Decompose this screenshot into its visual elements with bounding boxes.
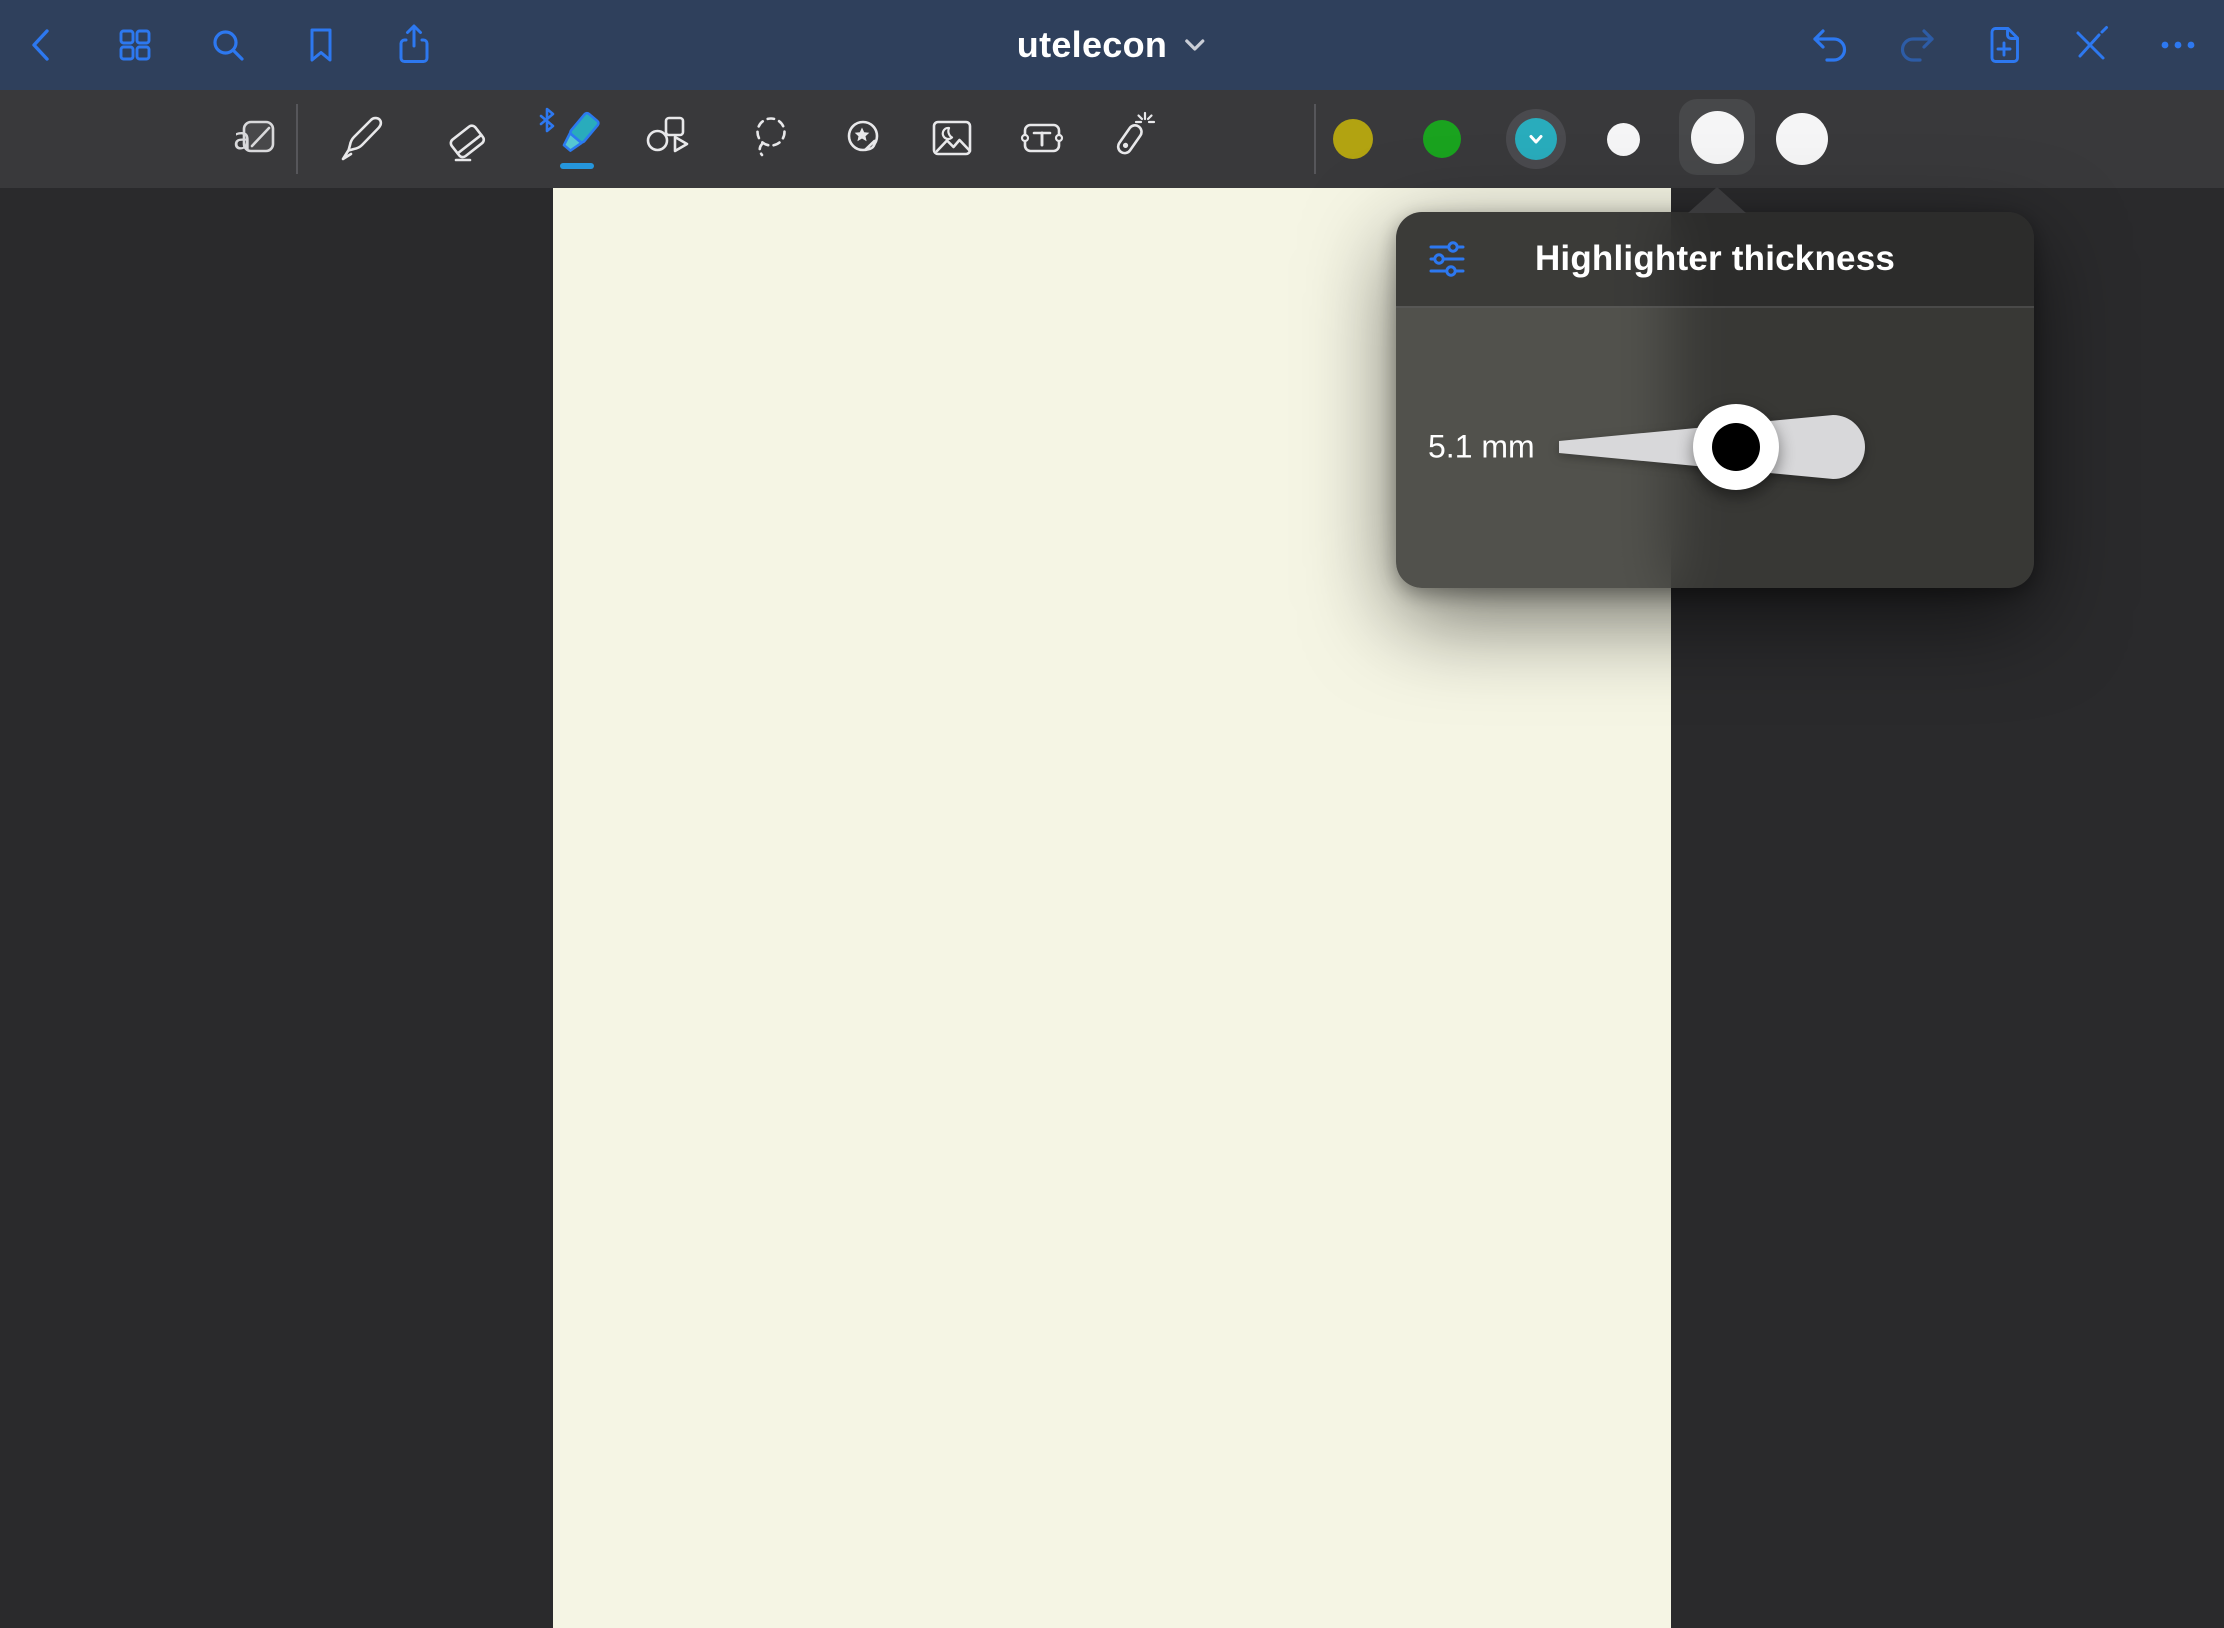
pages-overview-button[interactable] bbox=[112, 22, 158, 68]
bookmark-icon bbox=[298, 22, 344, 68]
search-icon bbox=[205, 22, 251, 68]
share-button[interactable] bbox=[391, 22, 437, 68]
chevron-down-icon bbox=[1527, 131, 1545, 147]
back-button[interactable] bbox=[19, 22, 65, 68]
thickness-dot-medium bbox=[1691, 111, 1744, 164]
popup-header: Highlighter thickness bbox=[1396, 212, 2034, 308]
back-icon bbox=[19, 22, 65, 68]
top-navigation-bar: utelecon bbox=[0, 0, 2224, 90]
laser-pointer-tool-icon bbox=[1102, 111, 1158, 167]
popup-title: Highlighter thickness bbox=[1535, 239, 1895, 279]
thickness-value: 5.1 mm bbox=[1428, 429, 1535, 466]
thickness-dot-large bbox=[1776, 113, 1828, 165]
tool-lasso[interactable] bbox=[732, 101, 808, 177]
more-icon bbox=[2155, 22, 2201, 68]
add-page-button[interactable] bbox=[1981, 22, 2027, 68]
thickness-preset-medium-selected[interactable] bbox=[1679, 99, 1755, 175]
elements-sticker-icon bbox=[835, 111, 891, 167]
document-title: utelecon bbox=[1017, 24, 1167, 66]
tool-image[interactable] bbox=[914, 101, 990, 177]
pen-tool-icon bbox=[335, 111, 391, 167]
writing-mode-icon: a bbox=[228, 111, 284, 167]
app-screen: utelecon a bbox=[0, 0, 2224, 1628]
color-swatch-teal-selected[interactable] bbox=[1506, 109, 1566, 169]
tool-shapes[interactable] bbox=[630, 101, 706, 177]
toolbar-divider bbox=[1314, 104, 1316, 174]
bookmark-button[interactable] bbox=[298, 22, 344, 68]
pages-overview-icon bbox=[112, 22, 158, 68]
topbar-left-group bbox=[19, 0, 437, 90]
stylus-toggle-button[interactable] bbox=[2068, 22, 2114, 68]
highlighter-tool-icon bbox=[532, 105, 604, 173]
highlighter-thickness-popup: Highlighter thickness 5.1 mm bbox=[1396, 212, 2034, 588]
undo-button[interactable] bbox=[1807, 22, 1853, 68]
redo-icon bbox=[1894, 22, 1940, 68]
sliders-icon bbox=[1424, 236, 1470, 282]
popup-body: 5.1 mm bbox=[1396, 308, 2034, 586]
stylus-cross-icon bbox=[2068, 22, 2114, 68]
share-icon bbox=[391, 22, 437, 68]
tools-toolbar: a bbox=[0, 90, 2224, 188]
redo-button[interactable] bbox=[1894, 22, 1940, 68]
thickness-preset-large[interactable] bbox=[1774, 111, 1830, 167]
svg-text:a: a bbox=[233, 122, 251, 157]
shapes-tool-icon bbox=[640, 111, 696, 167]
popup-caret bbox=[1688, 187, 1746, 213]
thickness-slider[interactable] bbox=[1557, 402, 1868, 492]
tool-eraser[interactable] bbox=[429, 101, 505, 177]
bluetooth-icon bbox=[541, 109, 553, 131]
search-button[interactable] bbox=[205, 22, 251, 68]
slider-thumb[interactable] bbox=[1693, 404, 1779, 490]
add-page-icon bbox=[1981, 22, 2027, 68]
eraser-tool-icon bbox=[439, 111, 495, 167]
topbar-right-group bbox=[1807, 0, 2201, 90]
color-swatch-yellow[interactable] bbox=[1331, 117, 1375, 161]
toolbar-divider bbox=[296, 104, 298, 174]
undo-icon bbox=[1807, 22, 1853, 68]
document-title-button[interactable]: utelecon bbox=[1017, 0, 1207, 90]
thickness-preset-small[interactable] bbox=[1603, 119, 1643, 159]
green-color-dot bbox=[1423, 120, 1461, 158]
thickness-dot-small bbox=[1607, 123, 1640, 156]
tool-writing-mode[interactable]: a bbox=[218, 101, 294, 177]
image-tool-icon bbox=[924, 111, 980, 167]
text-tool-icon bbox=[1014, 111, 1070, 167]
lasso-tool-icon bbox=[742, 111, 798, 167]
slider-thumb-dot bbox=[1712, 423, 1760, 471]
tool-text[interactable] bbox=[1004, 101, 1080, 177]
tool-highlighter[interactable] bbox=[530, 101, 606, 177]
tool-pen[interactable] bbox=[325, 101, 401, 177]
color-swatch-green[interactable] bbox=[1421, 118, 1463, 160]
tool-laser-pointer[interactable] bbox=[1092, 101, 1168, 177]
tool-elements[interactable] bbox=[825, 101, 901, 177]
more-button[interactable] bbox=[2155, 22, 2201, 68]
teal-color-dot bbox=[1515, 118, 1557, 160]
chevron-down-icon bbox=[1183, 34, 1207, 56]
yellow-color-dot bbox=[1333, 119, 1373, 159]
